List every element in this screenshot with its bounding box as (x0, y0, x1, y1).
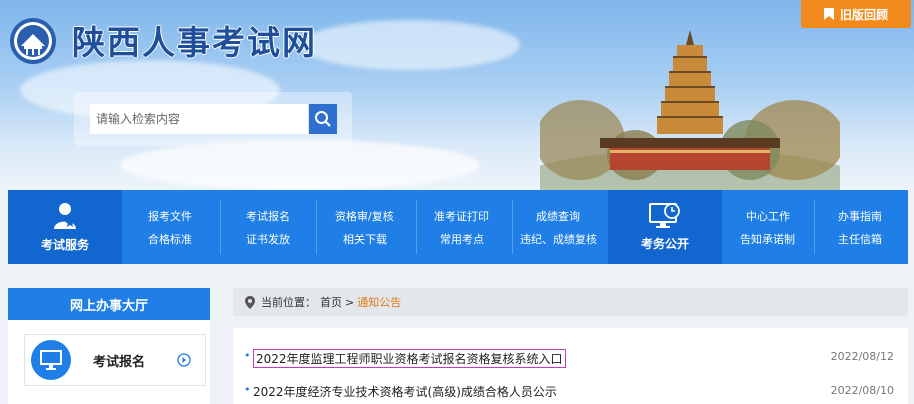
nav-divider (416, 200, 417, 254)
search-icon (315, 111, 331, 127)
list-bullet: • (244, 383, 251, 396)
online-hall-panel: 网上办事大厅 考试报名 (8, 288, 210, 404)
news-date: 2022/08/10 (830, 384, 894, 397)
exam-registration-label: 考试报名 (93, 354, 146, 370)
nav-link-zkzdy[interactable]: 准考证打印 (434, 208, 489, 224)
nav-divider (512, 200, 513, 254)
nav-exam-service-label: 考试服务 (40, 237, 89, 252)
nav-link-zgsfj[interactable]: 资格审/复核 (335, 208, 394, 224)
site-logo-icon (10, 18, 56, 64)
nav-exam-public-label: 考务公开 (640, 236, 689, 251)
news-title-link[interactable]: 2022年度监理工程师职业资格考试报名资格复核系统入口 (253, 349, 566, 368)
breadcrumb-separator: > (345, 295, 355, 309)
breadcrumb-label: 当前位置： (261, 296, 316, 309)
breadcrumb: 当前位置： 首页 > 通知公告 (233, 288, 908, 316)
old-version-label: 旧版回顾 (839, 7, 888, 22)
news-title-link[interactable]: 2022年度经济专业技术资格考试(高级)成绩合格人员公示 (253, 383, 557, 400)
list-item: • 2022年度经济专业技术资格考试(高级)成绩合格人员公示 2022/08/1… (233, 380, 908, 402)
site-title: 陕西人事考试网 (72, 23, 317, 62)
nav-link-cykd[interactable]: 常用考点 (440, 231, 484, 247)
monitor-clock-icon (649, 202, 680, 228)
monitor-icon (31, 340, 71, 380)
exam-registration-item[interactable]: 考试报名 (24, 334, 206, 386)
nav-link-cjcx[interactable]: 成绩查询 (536, 208, 580, 224)
bookmark-icon (823, 8, 834, 20)
location-pin-icon (245, 295, 255, 309)
news-list: • 2022年度监理工程师职业资格考试报名资格复核系统入口 2022/08/12… (233, 328, 908, 404)
main-nav: 考试服务 报考文件 合格标准 考试报名 证书发放 资格审/复核 相关下载 准考证… (8, 190, 908, 264)
user-star-icon (54, 202, 76, 229)
site-header: 陕西人事考试网 (0, 0, 914, 190)
nav-link-ksbm[interactable]: 考试报名 (246, 208, 290, 224)
nav-link-wjcjfh[interactable]: 违纪、成绩复核 (520, 231, 597, 247)
list-bullet: • (244, 349, 251, 362)
nav-exam-public[interactable]: 考务公开 (608, 190, 722, 264)
nav-link-xgxz[interactable]: 相关下载 (343, 231, 387, 247)
cloud-decoration (300, 20, 520, 70)
nav-link-bszn[interactable]: 办事指南 (838, 208, 882, 224)
nav-link-hgbz[interactable]: 合格标准 (148, 231, 192, 247)
breadcrumb-home-link[interactable]: 首页 (320, 294, 342, 310)
nav-link-gzcnz[interactable]: 告知承诺制 (740, 231, 795, 247)
nav-link-zrxx[interactable]: 主任信箱 (838, 231, 882, 247)
nav-exam-service[interactable]: 考试服务 (8, 190, 122, 264)
pagoda-illustration (540, 30, 840, 190)
nav-divider (220, 200, 221, 254)
online-hall-title: 网上办事大厅 (8, 288, 210, 320)
cloud-decoration (120, 140, 480, 190)
nav-link-bkwj[interactable]: 报考文件 (148, 208, 192, 224)
nav-divider (814, 200, 815, 254)
nav-link-zsff[interactable]: 证书发放 (246, 231, 290, 247)
nav-link-zxgz[interactable]: 中心工作 (746, 208, 790, 224)
search-input[interactable] (90, 104, 308, 134)
breadcrumb-current: 通知公告 (357, 296, 402, 309)
arrow-circle-right-icon (177, 353, 191, 367)
list-item: • 2022年度监理工程师职业资格考试报名资格复核系统入口 2022/08/12 (233, 346, 908, 368)
search-button[interactable] (309, 104, 337, 134)
nav-divider (316, 200, 317, 254)
old-version-button[interactable]: 旧版回顾 (801, 0, 911, 28)
news-date: 2022/08/12 (830, 350, 894, 363)
